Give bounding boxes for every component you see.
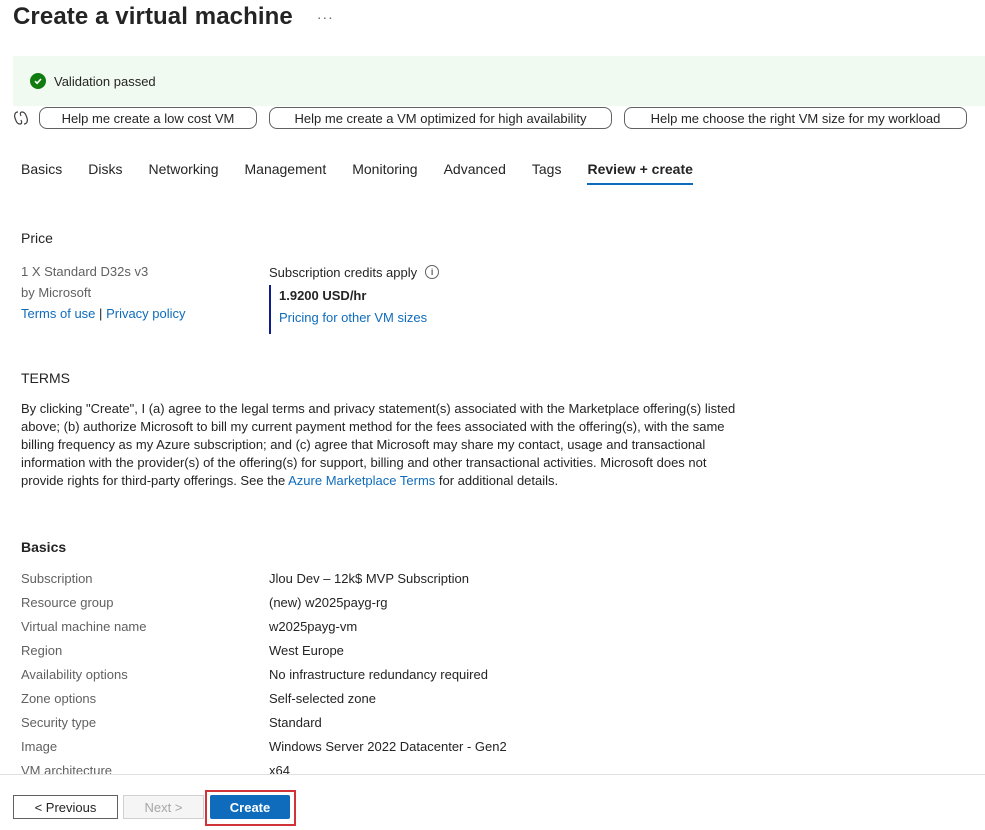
summary-key: Image (21, 738, 58, 754)
marketplace-terms-link[interactable]: Azure Marketplace Terms (288, 473, 435, 488)
summary-key: Resource group (21, 594, 114, 610)
basics-heading: Basics (21, 539, 67, 555)
price-product-info: 1 X Standard D32s v3 by Microsoft Terms … (21, 262, 186, 325)
summary-value: West Europe (269, 642, 344, 658)
summary-value: w2025payg-vm (269, 618, 358, 634)
summary-key: Region (21, 642, 63, 658)
tab-monitoring[interactable]: Monitoring (352, 155, 417, 185)
summary-key: Availability options (21, 666, 128, 682)
tab-basics[interactable]: Basics (21, 155, 62, 185)
tab-networking[interactable]: Networking (148, 155, 218, 185)
summary-key: Subscription (21, 570, 93, 586)
terms-heading: TERMS (21, 370, 70, 386)
product-publisher: by Microsoft (21, 285, 92, 300)
suggestion-vm-size-button[interactable]: Help me choose the right VM size for my … (624, 107, 967, 129)
info-icon[interactable]: i (425, 265, 440, 279)
summary-value: (new) w2025payg-rg (269, 594, 388, 610)
more-options-icon[interactable]: ··· (317, 9, 334, 25)
summary-row: Virtual machine name w2025payg-vm (21, 614, 721, 638)
summary-row: Resource group (new) w2025payg-rg (21, 590, 721, 614)
title-row: Create a virtual machine ··· (13, 0, 334, 34)
tab-review-create[interactable]: Review + create (587, 155, 694, 185)
summary-value: No infrastructure redundancy required (269, 666, 488, 682)
suggestion-high-availability-button[interactable]: Help me create a VM optimized for high a… (269, 107, 612, 129)
validation-banner: Validation passed (13, 56, 985, 106)
summary-value: Windows Server 2022 Datacenter - Gen2 (269, 738, 507, 754)
next-button[interactable]: Next > (123, 795, 204, 819)
copilot-suggestions: Help me create a low cost VM Help me cre… (13, 106, 979, 130)
summary-row: Availability options No infrastructure re… (21, 662, 721, 686)
pricing-other-sizes-link[interactable]: Pricing for other VM sizes (279, 308, 427, 328)
product-name: 1 X Standard D32s v3 (21, 264, 149, 279)
summary-row: Zone options Self-selected zone (21, 686, 721, 710)
copilot-icon (13, 110, 29, 126)
subscription-credits: Subscription credits apply i (269, 262, 440, 282)
wizard-tabs: Basics Disks Networking Management Monit… (21, 155, 719, 187)
previous-button[interactable]: < Previous (13, 795, 118, 819)
summary-value: Self-selected zone (269, 690, 376, 706)
link-separator: | (99, 306, 103, 321)
summary-row: Image Windows Server 2022 Datacenter - Ge… (21, 734, 721, 758)
summary-value: Jlou Dev – 12k$ MVP Subscription (269, 570, 469, 586)
tab-disks[interactable]: Disks (88, 155, 122, 185)
tab-advanced[interactable]: Advanced (444, 155, 506, 185)
terms-text: By clicking "Create", I (a) agree to the… (21, 400, 736, 490)
summary-row: Region West Europe (21, 638, 721, 662)
product-links: Terms of use | Privacy policy (21, 304, 186, 325)
create-button[interactable]: Create (210, 795, 290, 819)
credits-label: Subscription credits apply (269, 264, 418, 280)
price-rate-box: 1.9200 USD/hr Pricing for other VM sizes (269, 285, 427, 334)
summary-row: Security type Standard (21, 710, 721, 734)
checkmark-icon (30, 73, 46, 89)
create-vm-page: Create a virtual machine ··· Validation … (0, 0, 985, 830)
summary-key: Virtual machine name (21, 618, 147, 634)
summary-value: Standard (269, 714, 322, 730)
page-title: Create a virtual machine (13, 3, 293, 30)
summary-key: Zone options (21, 690, 97, 706)
summary-key: Security type (21, 714, 97, 730)
terms-tail: for additional details. (435, 473, 559, 488)
price-rate: 1.9200 USD/hr (279, 288, 367, 303)
tab-management[interactable]: Management (245, 155, 327, 185)
privacy-policy-link[interactable]: Privacy policy (106, 306, 185, 321)
basics-summary: Subscription Jlou Dev – 12k$ MVP Subscrip… (21, 566, 721, 782)
price-heading: Price (21, 230, 53, 246)
suggestion-low-cost-button[interactable]: Help me create a low cost VM (39, 107, 257, 129)
tab-tags[interactable]: Tags (532, 155, 562, 185)
terms-of-use-link[interactable]: Terms of use (21, 306, 95, 321)
wizard-footer: < Previous Next > Create (0, 774, 985, 830)
summary-row: Subscription Jlou Dev – 12k$ MVP Subscrip… (21, 566, 721, 590)
validation-message: Validation passed (54, 73, 156, 89)
